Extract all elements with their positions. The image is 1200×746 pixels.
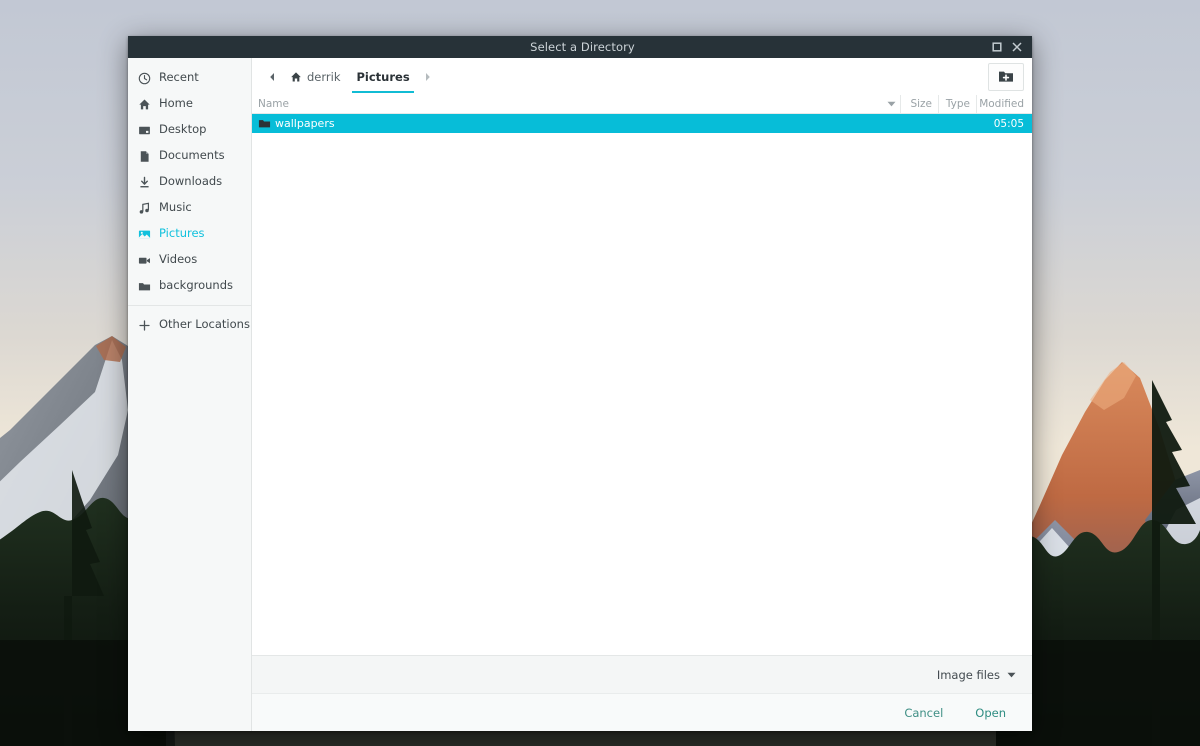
window-title: Select a Directory (128, 40, 991, 54)
sidebar-item-home[interactable]: Home (128, 91, 251, 117)
breadcrumb-item-pictures[interactable]: Pictures (348, 62, 417, 92)
sidebar-item-label: Music (159, 202, 192, 214)
sidebar-item-label: Downloads (159, 176, 222, 188)
file-name: wallpapers (272, 117, 900, 130)
sidebar-item-label: Pictures (159, 228, 205, 240)
chevron-right-icon[interactable] (418, 62, 438, 92)
sidebar-item-label: backgrounds (159, 280, 233, 292)
file-list[interactable]: wallpapers 05:05 (252, 114, 1032, 655)
sidebar-item-label: Home (159, 98, 193, 110)
column-header-name[interactable]: Name (252, 95, 882, 113)
window-controls (991, 42, 1032, 53)
sidebar-item-backgrounds[interactable]: backgrounds (128, 273, 251, 299)
music-icon (138, 202, 151, 215)
folder-icon (138, 280, 151, 293)
column-header-size[interactable]: Size (900, 95, 938, 113)
sidebar-item-videos[interactable]: Videos (128, 247, 251, 273)
create-folder-button[interactable] (988, 63, 1024, 91)
file-modified: 05:05 (976, 118, 1032, 130)
column-label: Name (258, 98, 289, 110)
sidebar-separator (128, 305, 251, 306)
clock-icon (138, 72, 151, 85)
picture-icon (138, 228, 151, 241)
video-icon (138, 254, 151, 267)
table-row[interactable]: wallpapers 05:05 (252, 114, 1032, 133)
breadcrumb-label: derrik (307, 70, 340, 84)
home-icon (290, 71, 302, 83)
pathbar: derrik Pictures (252, 58, 1032, 95)
sidebar-item-downloads[interactable]: Downloads (128, 169, 251, 195)
column-label: Size (910, 98, 932, 110)
sidebar-item-other-locations[interactable]: Other Locations (128, 312, 251, 338)
sidebar-item-documents[interactable]: Documents (128, 143, 251, 169)
window-titlebar[interactable]: Select a Directory (128, 36, 1032, 58)
sidebar-item-label: Documents (159, 150, 225, 162)
sidebar-item-label: Desktop (159, 124, 206, 136)
column-headers: Name Size Type Modified (252, 95, 1032, 114)
breadcrumb: derrik Pictures (262, 58, 438, 95)
home-icon (138, 98, 151, 111)
folder-icon (252, 117, 272, 130)
sidebar-item-label: Recent (159, 72, 199, 84)
column-label: Modified (979, 98, 1024, 110)
open-button[interactable]: Open (973, 702, 1008, 724)
download-icon (138, 176, 151, 189)
breadcrumb-item-derrik[interactable]: derrik (282, 62, 348, 92)
dialog-action-bar: Cancel Open (252, 693, 1032, 731)
cancel-button[interactable]: Cancel (902, 702, 945, 724)
file-type-filter-dropdown[interactable]: Image files (937, 668, 1016, 682)
sidebar-item-recent[interactable]: Recent (128, 65, 251, 91)
breadcrumb-label: Pictures (356, 70, 409, 84)
desktop-background: Select a Directory Recent (0, 0, 1200, 746)
folder-plus-icon (998, 69, 1014, 84)
sidebar-item-pictures[interactable]: Pictures (128, 221, 251, 247)
chevron-down-icon (1007, 672, 1016, 678)
sidebar-item-label: Other Locations (159, 319, 250, 331)
dialog-body: Recent Home Desktop (128, 58, 1032, 731)
desktop-icon (138, 124, 151, 137)
places-sidebar: Recent Home Desktop (128, 58, 252, 731)
maximize-icon[interactable] (991, 42, 1002, 53)
sidebar-item-label: Videos (159, 254, 197, 266)
document-icon (138, 150, 151, 163)
filter-label: Image files (937, 668, 1000, 682)
select-directory-dialog: Select a Directory Recent (128, 36, 1032, 731)
chevron-left-icon[interactable] (262, 62, 282, 92)
sort-descending-icon[interactable] (882, 95, 900, 113)
column-label: Type (946, 98, 970, 110)
file-browser-main: derrik Pictures (252, 58, 1032, 731)
filter-bar: Image files (252, 655, 1032, 693)
sidebar-item-music[interactable]: Music (128, 195, 251, 221)
close-icon[interactable] (1011, 42, 1022, 53)
column-header-modified[interactable]: Modified (976, 95, 1032, 113)
column-header-type[interactable]: Type (938, 95, 976, 113)
sidebar-item-desktop[interactable]: Desktop (128, 117, 251, 143)
plus-icon (138, 319, 151, 332)
